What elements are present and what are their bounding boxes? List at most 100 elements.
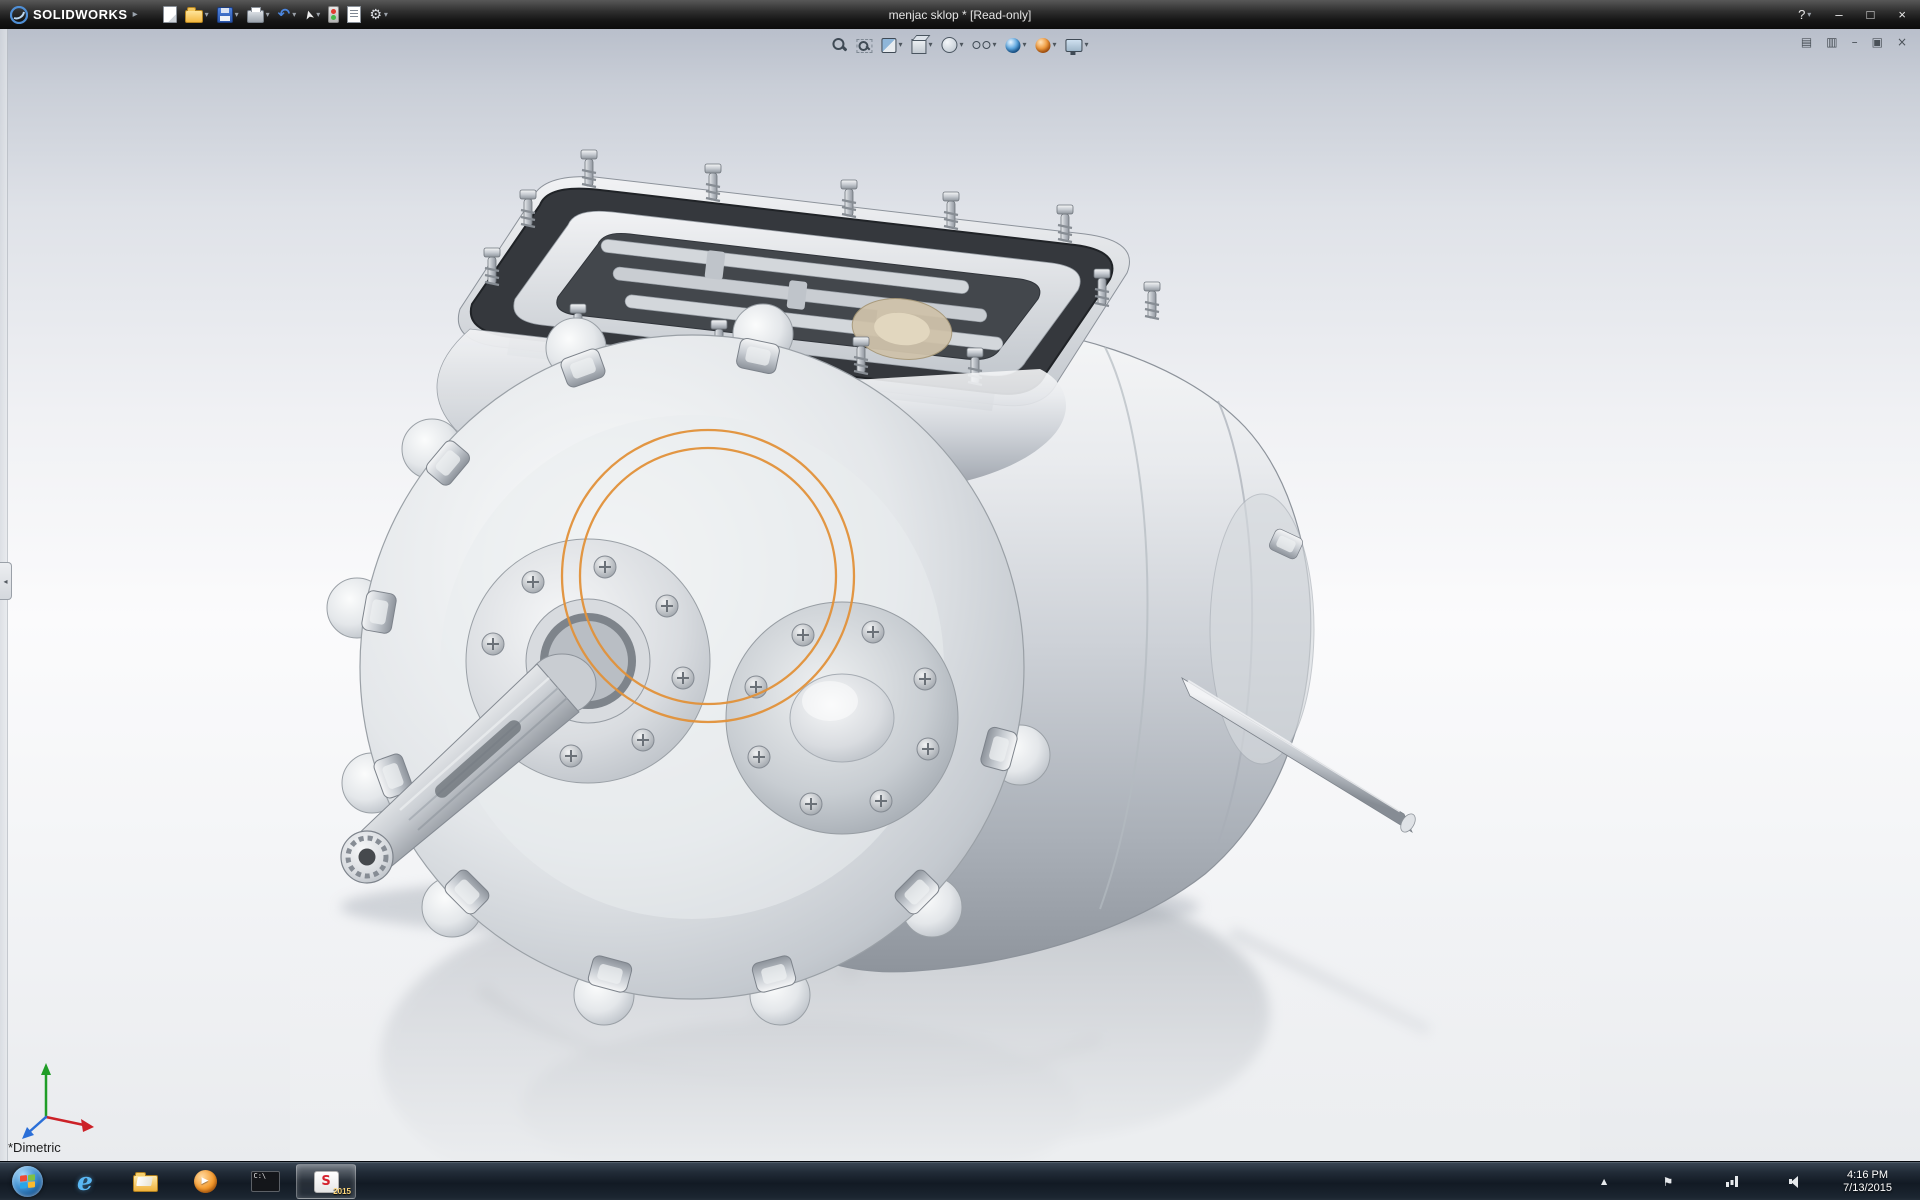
dropdown-arrow-icon[interactable]: ▾ xyxy=(384,11,388,19)
display-style-icon xyxy=(941,37,957,53)
zoom-to-fit-button[interactable] xyxy=(828,35,850,55)
minimize-button[interactable]: – xyxy=(1831,6,1846,23)
hide-show-items-button[interactable]: ▾ xyxy=(969,38,999,53)
print-icon xyxy=(247,10,264,23)
network-button[interactable] xyxy=(1701,1176,1763,1187)
action-center-button[interactable]: ⚑ xyxy=(1637,1176,1699,1188)
titlebar: SOLIDWORKS ▸ ▾▾▾↶▾➤▾⚙▾ menjac sklop * [R… xyxy=(0,0,1920,29)
doc-close-button[interactable]: × xyxy=(1894,34,1910,50)
dropdown-arrow-icon[interactable]: ▾ xyxy=(992,41,996,49)
display-style-button[interactable]: ▾ xyxy=(938,35,966,55)
brand-flyout-arrow-icon[interactable]: ▸ xyxy=(133,9,138,20)
close-button[interactable]: × xyxy=(1894,6,1910,23)
dropdown-arrow-icon[interactable]: ▾ xyxy=(292,11,296,19)
internet-explorer-icon: e xyxy=(77,1169,93,1194)
dropdown-arrow-icon[interactable]: ▾ xyxy=(235,11,239,19)
view-settings-button[interactable]: ▾ xyxy=(1063,36,1092,54)
hide-show-items-icon xyxy=(972,40,990,51)
document-window-controls: ▤ ▥ – ▣ × xyxy=(1798,34,1910,50)
section-view-button[interactable]: ▾ xyxy=(878,36,905,55)
options-button[interactable]: ⚙▾ xyxy=(366,6,391,24)
zoom-to-area-icon xyxy=(856,39,872,53)
view-orientation-icon xyxy=(911,39,926,54)
brand: SOLIDWORKS ▸ xyxy=(10,6,138,24)
file-properties-button[interactable] xyxy=(344,4,364,25)
internet-explorer-button[interactable]: e xyxy=(56,1164,114,1199)
zoom-to-area-button[interactable] xyxy=(853,35,875,55)
doc-restore-icon: ▣ xyxy=(1872,36,1883,48)
dropdown-arrow-icon[interactable]: ▾ xyxy=(1807,11,1811,19)
save-button[interactable]: ▾ xyxy=(214,5,242,25)
maximize-button[interactable]: □ xyxy=(1863,6,1879,23)
doc-minimize-button[interactable]: – xyxy=(1849,34,1861,50)
brand-name: SOLIDWORKS xyxy=(33,7,128,22)
open-button[interactable]: ▾ xyxy=(182,5,212,25)
hidden-icons-button[interactable]: ▲ xyxy=(1573,1178,1635,1186)
help-button[interactable]: ? ▾ xyxy=(1794,6,1815,23)
document-title: menjac sklop * [Read-only] xyxy=(889,8,1032,22)
open-icon xyxy=(185,10,203,23)
headsup-view-toolbar: ▾ ▾ ▾ ▾ ▾ ▾ ▾ xyxy=(828,34,1091,56)
view-orientation-button[interactable]: ▾ xyxy=(908,34,935,56)
section-view-icon xyxy=(881,38,896,53)
select-icon: ➤ xyxy=(302,8,316,21)
edit-appearance-button[interactable]: ▾ xyxy=(1003,36,1030,55)
dropdown-arrow-icon[interactable]: ▾ xyxy=(205,11,209,19)
window-controls: ? ▾ – □ × xyxy=(1794,6,1910,23)
action-center-icon: ⚑ xyxy=(1663,1176,1674,1188)
command-prompt-button[interactable]: C:\ xyxy=(236,1164,294,1199)
apply-scene-icon xyxy=(1036,38,1051,53)
viewport-canvas[interactable] xyxy=(0,29,1920,1161)
options-icon: ⚙ xyxy=(369,8,382,22)
windows-explorer-icon xyxy=(133,1175,158,1192)
doc-restore-button[interactable]: ▣ xyxy=(1869,34,1886,50)
undo-icon: ↶ xyxy=(278,7,291,22)
network-icon xyxy=(1726,1176,1738,1187)
solidworks-window: SOLIDWORKS ▸ ▾▾▾↶▾➤▾⚙▾ menjac sklop * [R… xyxy=(0,0,1920,1200)
clock-time: 4:16 PM xyxy=(1847,1169,1888,1182)
graphics-viewport[interactable]: ▾▾▾▾▾▾▾ ▤▥–▣× ◂ *Dimetric xyxy=(0,29,1920,1161)
dropdown-arrow-icon[interactable]: ▾ xyxy=(1085,41,1089,49)
clock-date: 7/13/2015 xyxy=(1843,1182,1892,1195)
start-button[interactable] xyxy=(0,1162,54,1200)
undo-button[interactable]: ↶▾ xyxy=(275,5,300,24)
doc-pane-button[interactable]: ▥ xyxy=(1823,34,1840,50)
rebuild-icon xyxy=(328,6,339,23)
orientation-triad xyxy=(22,1063,94,1139)
print-button[interactable]: ▾ xyxy=(244,5,273,25)
solidworks-button[interactable]: S2015 xyxy=(296,1164,356,1199)
hidden-icons-icon: ▲ xyxy=(1601,1178,1607,1186)
dropdown-arrow-icon[interactable]: ▾ xyxy=(959,41,963,49)
windows-orb-icon xyxy=(12,1166,43,1197)
media-player-button[interactable]: ▶ xyxy=(176,1164,234,1199)
windows-explorer-button[interactable] xyxy=(116,1164,174,1199)
dassault-systemes-logo-icon xyxy=(10,6,28,24)
media-player-icon: ▶ xyxy=(194,1170,217,1193)
command-prompt-icon: C:\ xyxy=(251,1171,280,1192)
volume-button[interactable] xyxy=(1765,1176,1827,1188)
doc-pane-icon: ▥ xyxy=(1826,36,1837,48)
volume-icon xyxy=(1789,1176,1803,1188)
select-button[interactable]: ➤▾ xyxy=(301,7,323,23)
windows-taskbar: e▶C:\S2015 ▲⚑ 4:16 PM 7/13/2015 xyxy=(0,1161,1920,1200)
rebuild-button[interactable] xyxy=(325,4,342,25)
system-tray: ▲⚑ 4:16 PM 7/13/2015 xyxy=(1571,1162,1920,1200)
doc-close-icon: × xyxy=(1897,36,1907,48)
taskbar-clock[interactable]: 4:16 PM 7/13/2015 xyxy=(1831,1169,1904,1195)
zoom-to-fit-icon xyxy=(831,37,847,53)
dropdown-arrow-icon[interactable]: ▾ xyxy=(266,11,270,19)
dropdown-arrow-icon[interactable]: ▾ xyxy=(1053,41,1057,49)
doc-fullscreen-button[interactable]: ▤ xyxy=(1798,34,1815,50)
save-icon xyxy=(217,7,233,23)
tray-icons: ▲⚑ xyxy=(1571,1174,1829,1190)
apply-scene-button[interactable]: ▾ xyxy=(1033,36,1060,55)
new-document-button[interactable] xyxy=(160,4,180,25)
dropdown-arrow-icon[interactable]: ▾ xyxy=(928,41,932,49)
panel-expand-tab[interactable]: ◂ xyxy=(0,562,12,600)
dropdown-arrow-icon[interactable]: ▾ xyxy=(898,41,902,49)
main-toolbar: ▾▾▾↶▾➤▾⚙▾ xyxy=(160,4,391,25)
dropdown-arrow-icon[interactable]: ▾ xyxy=(1023,41,1027,49)
doc-minimize-icon: – xyxy=(1852,36,1858,48)
version-badge: 2015 xyxy=(333,1187,351,1196)
file-properties-icon xyxy=(347,6,361,23)
